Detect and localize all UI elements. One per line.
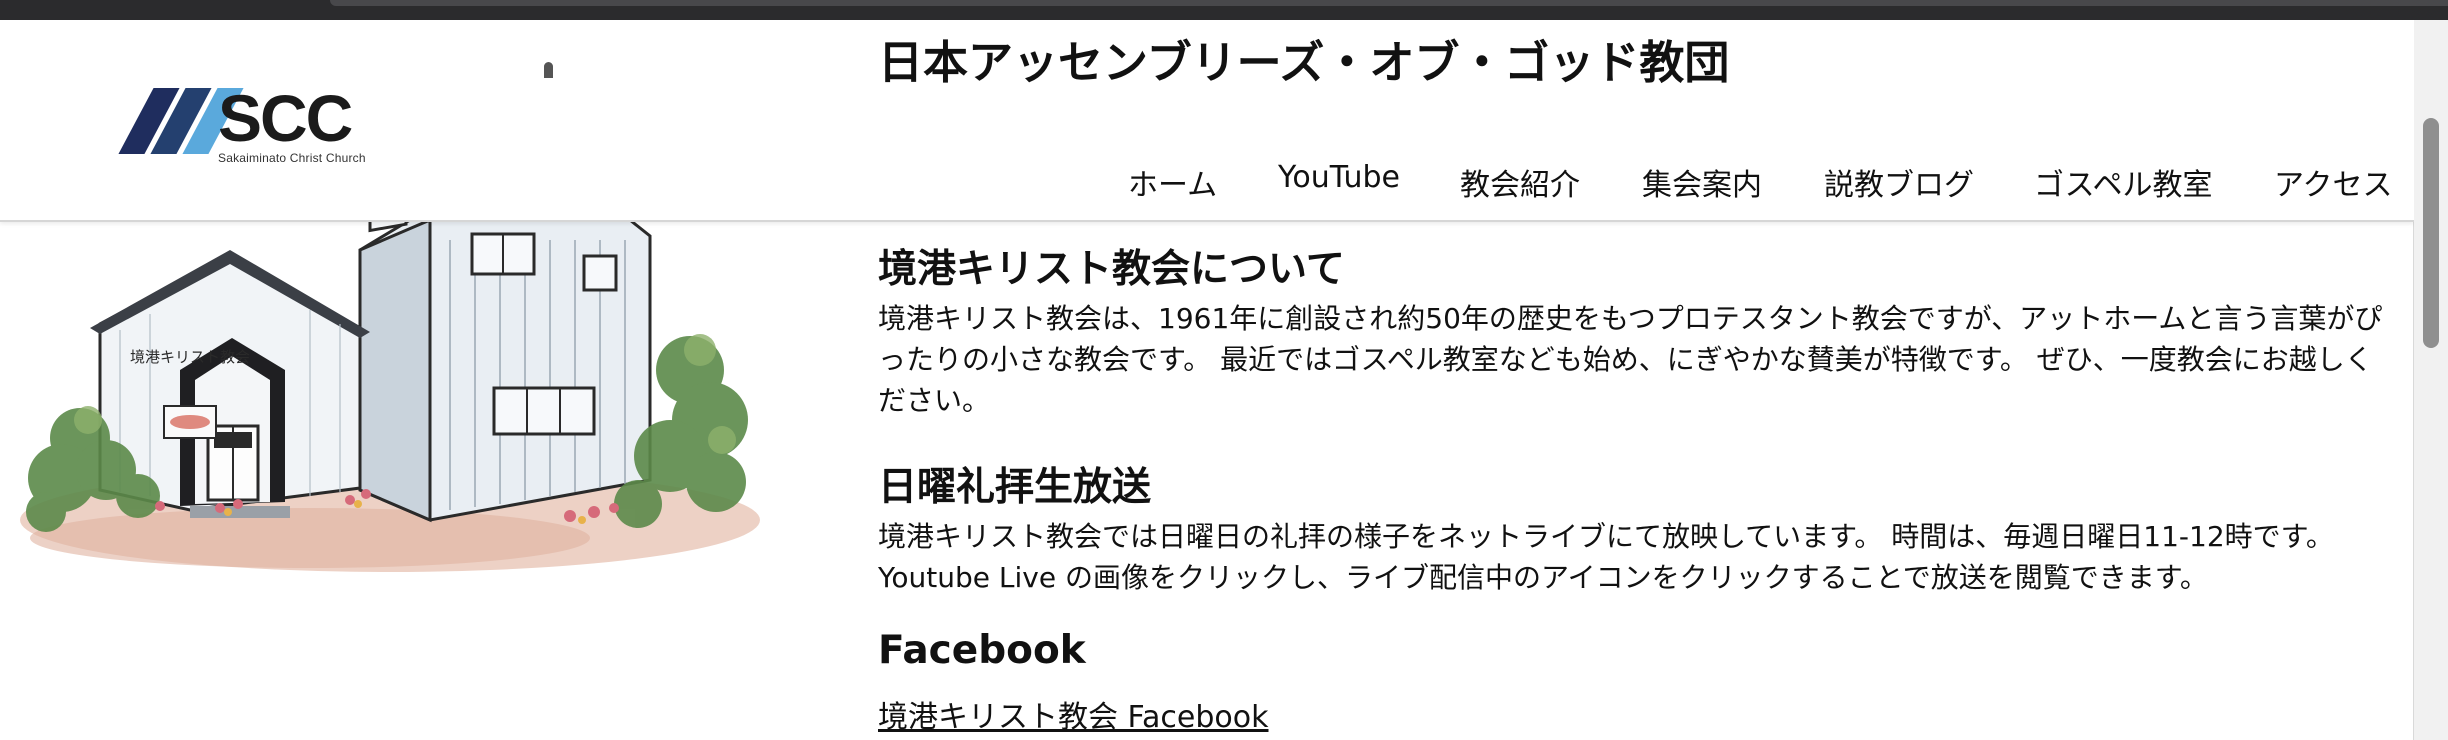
- vertical-scrollbar[interactable]: [2413, 20, 2448, 740]
- browser-tab-edge: [330, 0, 2448, 6]
- scrollbar-thumb[interactable]: [2423, 118, 2439, 348]
- broadcast-text: 境港キリスト教会では日曜日の礼拝の様子をネットライブにて放映しています。 時間は…: [878, 520, 2334, 594]
- facebook-link[interactable]: 境港キリスト教会 Facebook: [878, 692, 1269, 736]
- browser-chrome: [0, 0, 2448, 20]
- nav-item-sermon-blog[interactable]: 説教ブログ: [1824, 160, 1974, 204]
- nav-item-meetings[interactable]: 集会案内: [1642, 160, 1762, 204]
- nav-item-access[interactable]: アクセス: [2274, 160, 2393, 204]
- church-illustration: 境港キリスト教会: [10, 174, 762, 576]
- site-header: SCC Sakaiminato Christ Church 日本アッセンブリーズ…: [0, 20, 2414, 222]
- logo-tagline: Sakaiminato Christ Church: [218, 151, 366, 165]
- nav-item-church-intro[interactable]: 教会紹介: [1460, 160, 1580, 204]
- about-text: 境港キリスト教会は、1961年に創設され約50年の歴史をもつプロテスタント教会で…: [878, 302, 2383, 417]
- logo-wordmark: SCC: [218, 81, 353, 155]
- svg-text:境港キリスト教会: 境港キリスト教会: [130, 348, 250, 366]
- nav-item-gospel-class[interactable]: ゴスペル教室: [2034, 160, 2213, 204]
- faint-decoration: [544, 62, 553, 78]
- about-heading: 境港キリスト教会について: [878, 247, 1345, 292]
- nav-item-youtube[interactable]: YouTube: [1278, 160, 1400, 195]
- web-page: 境港キリスト教会 SCC Sakaiminato Christ Church 日…: [0, 20, 2414, 740]
- nav-item-home[interactable]: ホーム: [1128, 160, 1217, 204]
- main-nav: ホーム YouTube 教会紹介 集会案内 説教ブログ ゴスペル教室 アクセス: [1100, 160, 2400, 203]
- scc-logo[interactable]: SCC Sakaiminato Christ Church: [118, 81, 372, 168]
- broadcast-heading: 日曜礼拝生放送: [878, 465, 1152, 510]
- site-title: 日本アッセンブリーズ・オブ・ゴッド教団: [878, 36, 1730, 89]
- facebook-heading: Facebook: [878, 628, 1086, 673]
